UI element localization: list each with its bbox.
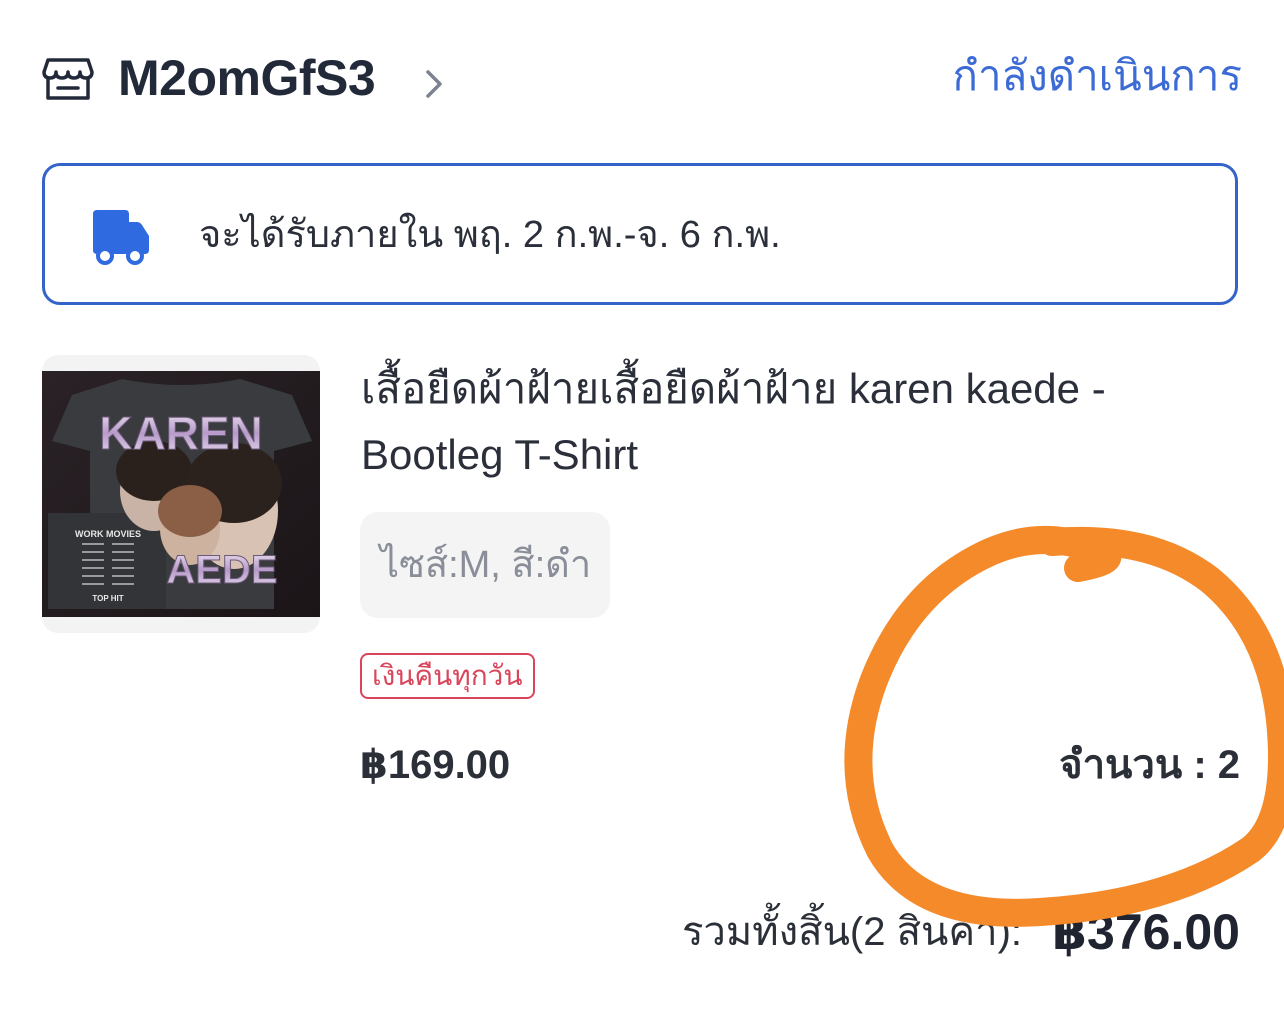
product-price: ฿169.00 (360, 743, 511, 787)
product-image: KAREN AEDE WORK MOVIES TOP HIT (42, 371, 320, 617)
orange-circle-annotation (844, 525, 1284, 927)
shop-name[interactable]: M2omGfS3 (118, 48, 376, 108)
total-value: ฿376.00 (1052, 904, 1240, 960)
product-title-line-2: Bootleg T-Shirt (361, 431, 639, 478)
order-status: กำลังดำเนินการ (952, 52, 1242, 99)
cashback-badge: เงินคืนทุกวัน (360, 653, 535, 699)
store-icon (42, 52, 94, 104)
total-label: รวมทั้งสิ้น(2 สินค้า): (681, 910, 1022, 954)
product-thumbnail[interactable]: KAREN AEDE WORK MOVIES TOP HIT (42, 355, 320, 633)
image-text-kaede: AEDE (166, 548, 277, 592)
shop-header[interactable]: M2omGfS3 กำลังดำเนินการ (42, 40, 1242, 126)
chevron-right-icon[interactable] (420, 60, 448, 104)
image-text-work-movies: WORK MOVIES (75, 529, 141, 539)
truck-icon (89, 206, 153, 266)
product-quantity: จำนวน : 2 (1059, 743, 1240, 787)
variant-chip: ไซส์:M, สี:ดำ (360, 512, 610, 618)
image-text-top-hit: TOP HIT (92, 594, 123, 603)
delivery-estimate-box[interactable]: จะได้รับภายใน พฤ. 2 ก.พ.-จ. 6 ก.พ. (42, 163, 1238, 305)
delivery-text: จะได้รับภายใน พฤ. 2 ก.พ.-จ. 6 ก.พ. (199, 214, 781, 256)
product-title-line-1: เสื้อยืดผ้าฝ้ายเสื้อยืดผ้าฝ้าย karen kae… (361, 365, 1106, 412)
product-title[interactable]: เสื้อยืดผ้าฝ้ายเสื้อยืดผ้าฝ้าย karen kae… (361, 356, 1221, 488)
variant-label: ไซส์:M, สี:ดำ (380, 544, 592, 586)
image-text-karen: KAREN (99, 407, 263, 459)
